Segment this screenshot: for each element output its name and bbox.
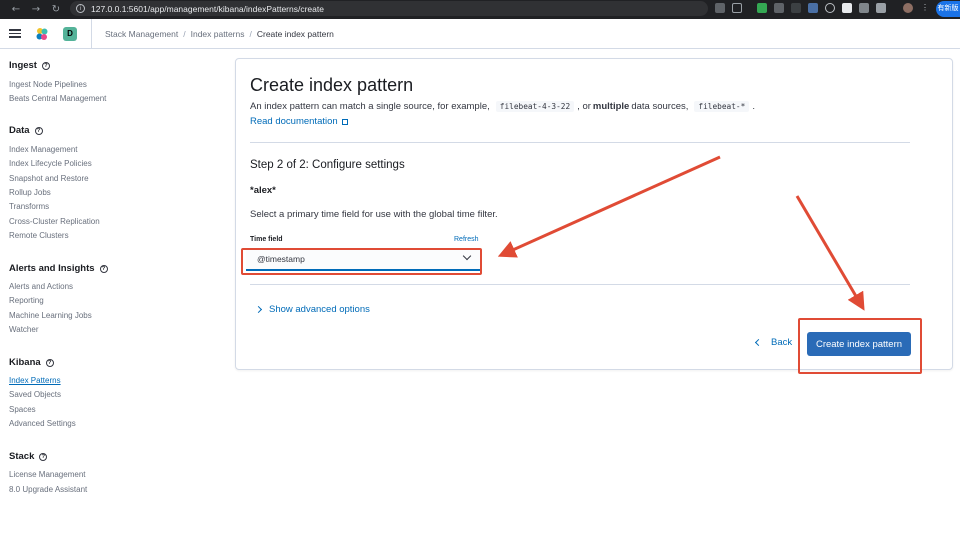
annotation-arrow-to-time-field <box>497 155 721 258</box>
annotation-arrow-to-create-button <box>795 195 865 311</box>
annotation-arrows <box>497 155 865 311</box>
